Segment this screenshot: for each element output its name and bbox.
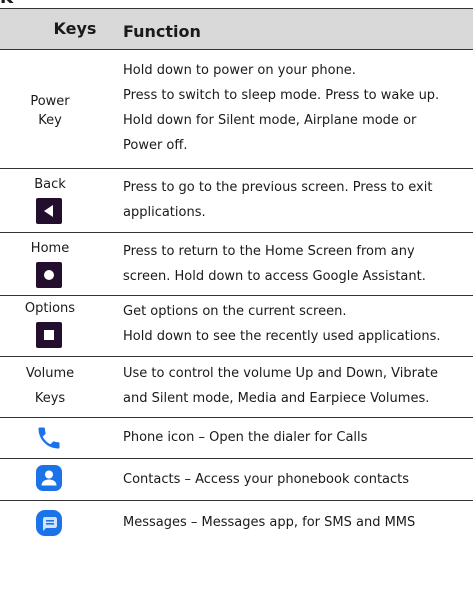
home-circle-icon (36, 262, 62, 288)
table-row: Options Get options on the current scree… (0, 296, 473, 357)
key-name: Home (30, 241, 70, 256)
table-row: Messages – Messages app, for SMS and MMS (0, 501, 473, 544)
section-heading-cropped: K (0, 0, 13, 8)
function-text: Messages – Messages app, for SMS and MMS (123, 515, 416, 530)
table-row: Contacts – Access your phonebook contact… (0, 459, 473, 501)
keys-column-header: Keys (53, 19, 97, 38)
table-row: Back Press to go to the previous screen.… (0, 169, 473, 233)
contacts-icon (35, 464, 63, 492)
function-text: Get options on the current screen. Hold … (123, 304, 441, 344)
key-name: Volume Keys (25, 366, 75, 406)
key-name: Power Key (30, 94, 70, 128)
key-name: Back (34, 177, 66, 192)
function-text: Contacts – Access your phonebook contact… (123, 472, 410, 487)
back-triangle-icon (36, 198, 62, 224)
table-row: Volume Keys Use to control the volume Up… (0, 357, 473, 418)
function-text: Press to return to the Home Screen from … (123, 244, 426, 284)
keys-table: Keys Function Power Key Hold down to pow… (0, 8, 473, 544)
table-row: Home Press to return to the Home Screen … (0, 233, 473, 296)
phone-icon (35, 424, 63, 452)
options-square-icon (36, 322, 62, 348)
function-text: Press to go to the previous screen. Pres… (123, 180, 433, 220)
function-text: Hold down to power on your phone. Press … (123, 63, 440, 153)
key-name: Options (24, 301, 76, 316)
function-text: Phone icon – Open the dialer for Calls (123, 430, 368, 445)
function-text: Use to control the volume Up and Down, V… (123, 366, 439, 406)
messages-icon (35, 509, 63, 537)
table-row: Phone icon – Open the dialer for Calls (0, 418, 473, 459)
function-column-header: Function (123, 22, 201, 41)
table-header: Keys Function (0, 8, 473, 50)
table-row: Power Key Hold down to power on your pho… (0, 50, 473, 169)
